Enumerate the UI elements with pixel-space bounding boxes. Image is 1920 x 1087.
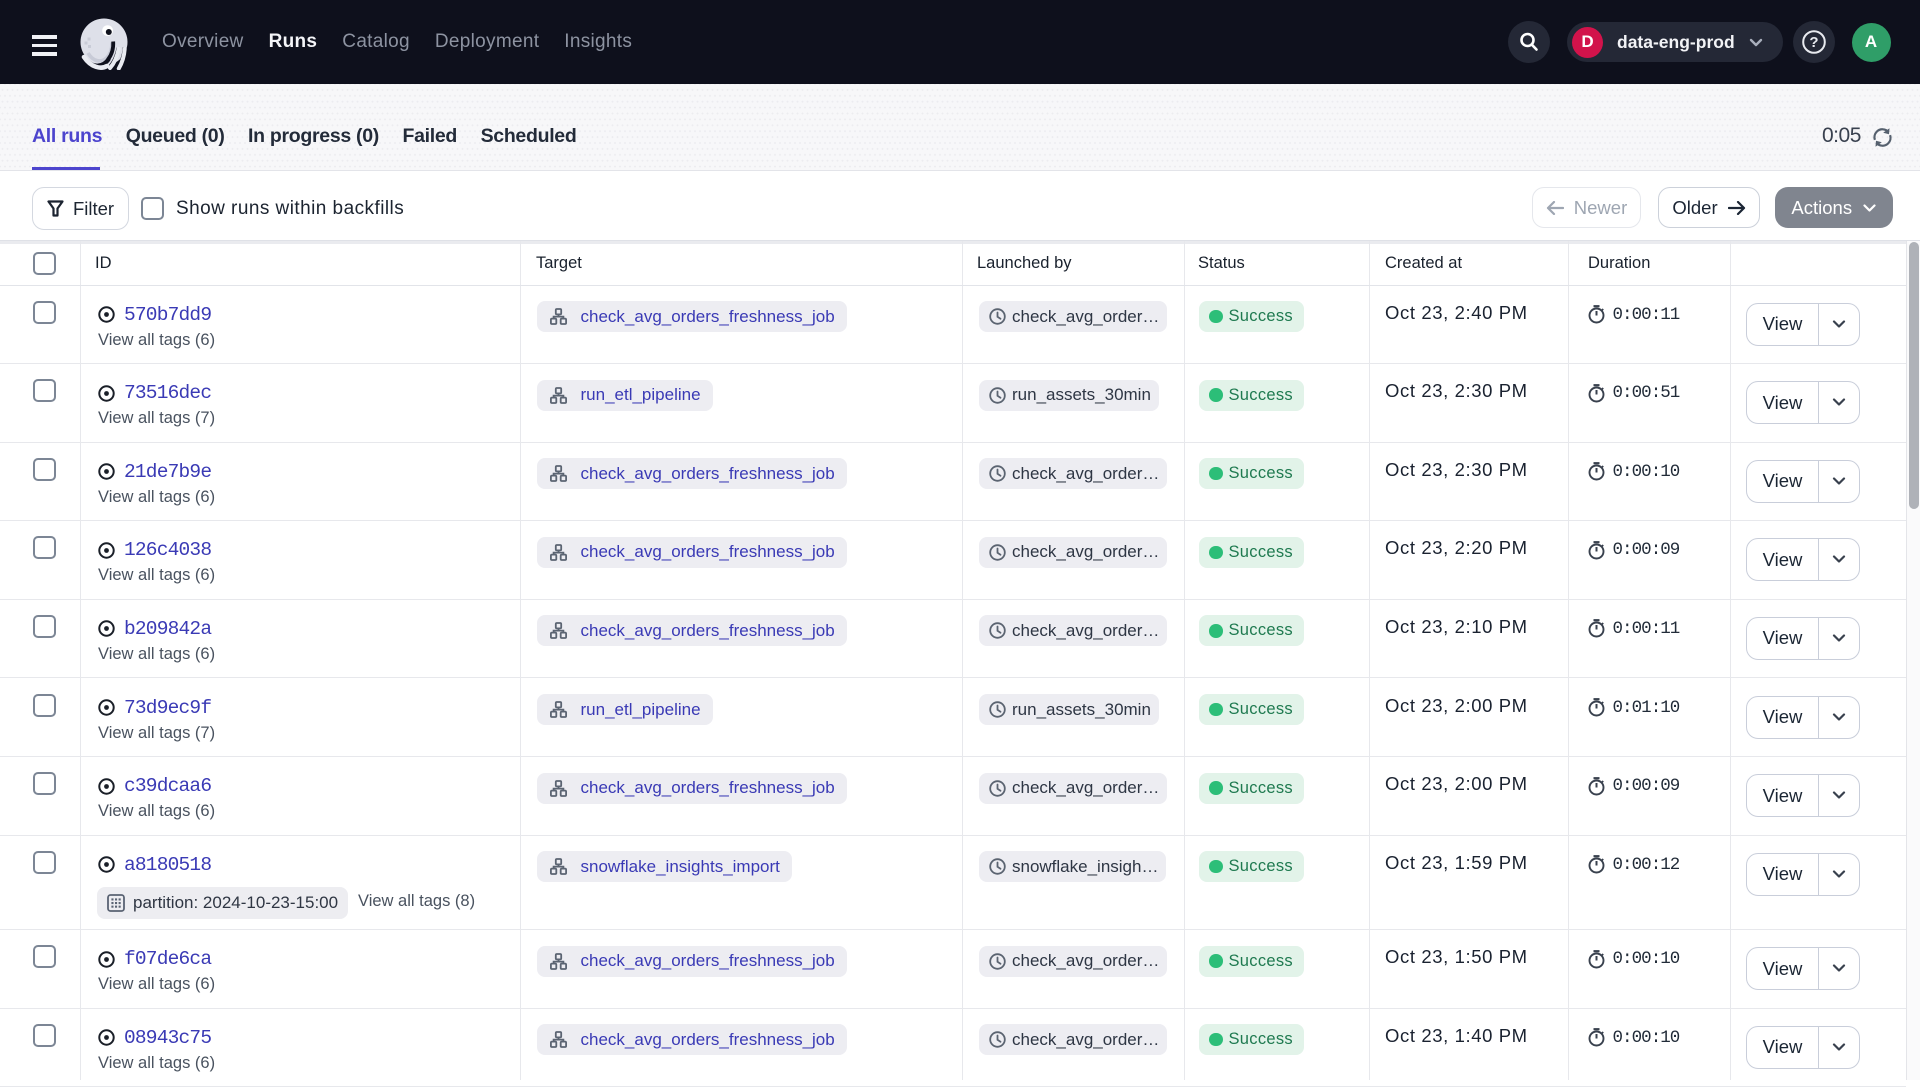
svg-text:?: ?: [1809, 34, 1818, 51]
